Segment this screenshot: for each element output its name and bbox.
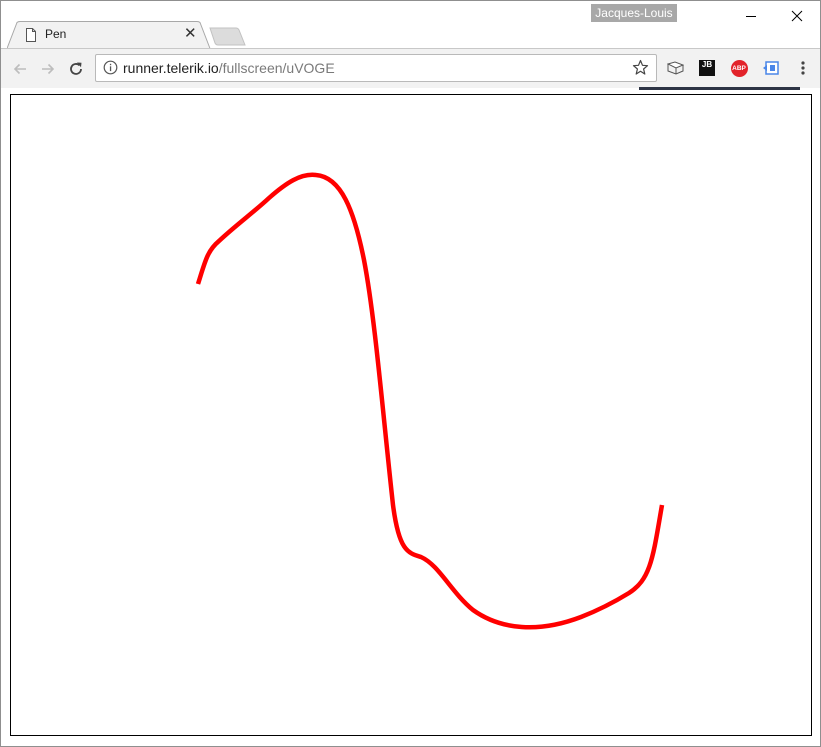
browser-toolbar: runner.telerik.io/fullscreen/uVOGE JB AB… xyxy=(1,48,820,88)
extension-icon xyxy=(763,61,779,75)
adblock-plus-icon: ABP xyxy=(730,59,748,77)
kebab-menu-icon xyxy=(801,61,805,75)
url-text[interactable]: runner.telerik.io/fullscreen/uVOGE xyxy=(123,60,335,76)
tab-pen[interactable]: Pen ✕ xyxy=(7,21,211,49)
url-host: runner.telerik.io xyxy=(123,60,219,76)
extension-adblock[interactable]: ABP xyxy=(730,59,748,77)
back-button[interactable] xyxy=(10,59,30,79)
close-icon xyxy=(791,10,803,22)
reload-button[interactable] xyxy=(66,59,86,79)
book-icon xyxy=(666,61,684,75)
page-content xyxy=(1,90,820,746)
address-bar[interactable]: runner.telerik.io/fullscreen/uVOGE xyxy=(95,54,657,82)
star-icon[interactable] xyxy=(632,59,649,76)
profile-badge[interactable]: Jacques-Louis xyxy=(591,4,677,22)
jetbrains-icon: JB xyxy=(699,60,715,76)
tab-title: Pen xyxy=(45,27,67,41)
forward-button[interactable] xyxy=(38,59,58,79)
drawing-surface[interactable] xyxy=(11,95,811,735)
tab-close-icon[interactable]: ✕ xyxy=(184,26,197,41)
jb-label: JB xyxy=(701,60,713,69)
extension-book[interactable] xyxy=(666,59,684,77)
maximize-button[interactable] xyxy=(729,3,775,29)
title-bar: Jacques-Louis Pen ✕ xyxy=(1,1,820,49)
abp-label: ABP xyxy=(732,64,746,72)
close-window-button[interactable] xyxy=(774,3,820,29)
pen-stroke xyxy=(195,172,665,630)
chrome-menu-button[interactable] xyxy=(794,59,812,77)
forward-arrow-icon xyxy=(42,63,55,75)
browser-window: Jacques-Louis Pen ✕ runner.telerik.io/fu… xyxy=(0,0,821,747)
reload-icon xyxy=(70,62,82,75)
url-path: /fullscreen/uVOGE xyxy=(218,60,335,76)
pen-canvas[interactable] xyxy=(10,94,812,736)
extension-generic[interactable] xyxy=(762,59,780,77)
page-icon xyxy=(26,28,36,42)
new-tab-button[interactable] xyxy=(209,27,247,47)
extension-jetbrains[interactable]: JB xyxy=(698,59,716,77)
info-icon[interactable] xyxy=(103,60,118,75)
back-arrow-icon xyxy=(13,63,26,75)
tab-shape xyxy=(7,21,211,49)
